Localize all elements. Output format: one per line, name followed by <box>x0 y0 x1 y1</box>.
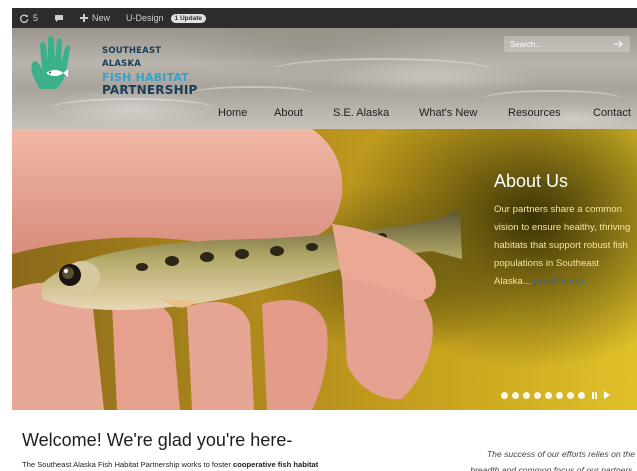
read-more-link[interactable]: (read more) <box>533 276 583 287</box>
hero-description: Our partners share a common vision to en… <box>494 204 631 287</box>
water-ripple <box>482 90 622 108</box>
nav-about[interactable]: About <box>274 107 303 119</box>
water-ripple <box>272 58 492 82</box>
refresh-icon <box>20 14 29 23</box>
hero-title: About Us <box>494 171 569 191</box>
nav-home[interactable]: Home <box>218 107 247 119</box>
hero-slider: About Us Our partners share a common vis… <box>12 129 637 410</box>
nav-se-alaska[interactable]: S.E. Alaska <box>333 107 389 119</box>
slide-dot[interactable] <box>501 391 508 399</box>
quote-line-1: The success of our efforts relies on the <box>486 449 635 459</box>
logo-line-1: SOUTHEAST ALASKA <box>102 46 162 69</box>
nav-resources[interactable]: Resources <box>508 107 561 119</box>
search-box <box>504 36 630 52</box>
hero-text: Our partners share a common vision to en… <box>494 201 634 291</box>
site-header: SOUTHEAST ALASKA FISH HABITAT PARTNERSHI… <box>12 28 637 129</box>
updates-count: 5 <box>33 13 39 23</box>
slide-dot[interactable] <box>523 391 530 399</box>
search-input[interactable] <box>510 39 600 49</box>
admin-bar: 5 New U-Design 1 Update <box>12 8 637 28</box>
quote-line-2: breadth and common focus of our partners… <box>470 465 635 471</box>
nav-whats-new[interactable]: What's New <box>419 107 477 119</box>
plus-icon <box>80 14 89 22</box>
slide-dot[interactable] <box>578 391 585 399</box>
comment-icon <box>55 14 64 22</box>
theme-menu[interactable]: U-Design 1 Update <box>118 8 214 28</box>
site-logo[interactable]: SOUTHEAST ALASKA FISH HABITAT PARTNERSHI… <box>26 31 197 97</box>
new-label: New <box>92 13 111 23</box>
slide-dot[interactable] <box>556 391 563 399</box>
updates-button[interactable]: 5 <box>12 8 46 28</box>
main-nav: Home About S.E. Alaska What's New Resour… <box>12 107 637 123</box>
arrow-right-icon[interactable] <box>614 40 624 48</box>
play-icon[interactable] <box>604 391 610 399</box>
slide-dot[interactable] <box>512 391 519 399</box>
welcome-body: The Southeast Alaska Fish Habitat Partne… <box>22 460 318 469</box>
water-ripple <box>192 86 312 100</box>
pause-icon[interactable] <box>592 391 597 399</box>
comments-button[interactable] <box>46 8 72 28</box>
slider-controls <box>501 391 610 399</box>
hand-fish-icon <box>31 36 71 89</box>
new-content-button[interactable]: New <box>72 8 118 28</box>
logo-text: SOUTHEAST ALASKA FISH HABITAT PARTNERSHI… <box>102 45 198 97</box>
logo-line-3: PARTNERSHIP <box>102 83 198 97</box>
slide-dot[interactable] <box>534 391 541 399</box>
welcome-body-bold: cooperative fish habitat <box>233 460 319 469</box>
slide-dot[interactable] <box>545 391 552 399</box>
update-badge: 1 Update <box>170 13 206 23</box>
welcome-body-text: The Southeast Alaska Fish Habitat Partne… <box>22 460 234 469</box>
nav-contact[interactable]: Contact <box>593 107 631 119</box>
slide-dot[interactable] <box>567 391 574 399</box>
partners-quote: The success of our efforts relies on the… <box>470 446 635 471</box>
theme-label: U-Design <box>126 13 164 23</box>
welcome-heading: Welcome! We're glad you're here- <box>22 430 293 450</box>
